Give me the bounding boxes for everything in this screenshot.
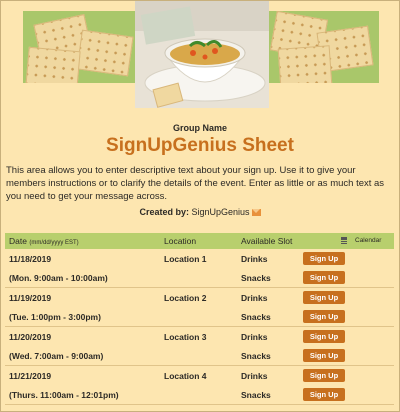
event-time: (Thurs. 11:00am - 12:01pm): [9, 390, 119, 400]
slot-name: Drinks: [241, 254, 268, 264]
banner-image: [1, 1, 399, 108]
table-row: (Mon. 9:00am - 10:00am) Snacks Sign Up: [5, 268, 394, 287]
header-date: Date (mm/dd/yyyy EST): [9, 236, 79, 246]
header-date-format: (mm/dd/yyyy EST): [29, 240, 79, 246]
slot-name: Snacks: [241, 390, 271, 400]
creator-name: SignUpGenius: [191, 207, 250, 217]
event-location: Location 4: [164, 371, 207, 381]
event-time: (Tue. 1:00pm - 3:00pm): [9, 312, 101, 322]
table-row: 11/20/2019 Location 3 Drinks Sign Up: [5, 327, 394, 346]
table-header: Date (mm/dd/yyyy EST) Location Available…: [5, 233, 394, 249]
header-location: Location: [164, 236, 197, 246]
created-by-label: Created by:: [139, 207, 189, 217]
crackers-image-right: [269, 11, 379, 83]
slot-name: Drinks: [241, 332, 268, 342]
event-location: Location 3: [164, 332, 207, 342]
table-row: 11/18/2019 Location 1 Drinks Sign Up: [5, 249, 394, 268]
header-available-slot: Available Slot: [241, 236, 293, 246]
page-title: SignUpGenius Sheet: [106, 135, 294, 156]
crackers-image-left: [23, 11, 141, 83]
created-by: Created by: SignUpGenius: [0, 207, 400, 217]
signup-button[interactable]: Sign Up: [303, 291, 345, 304]
table-row: (Wed. 7:00am - 9:00am) Snacks Sign Up: [5, 346, 394, 365]
signup-button[interactable]: Sign Up: [303, 271, 345, 284]
table-row: (Thurs. 11:00am - 12:01pm) Snacks Sign Up: [5, 385, 394, 404]
event-date: 11/20/2019: [9, 332, 52, 342]
signup-button[interactable]: Sign Up: [303, 369, 345, 382]
calendar-link[interactable]: Calendar: [355, 237, 381, 244]
signup-button[interactable]: Sign Up: [303, 388, 345, 401]
slot-name: Snacks: [241, 351, 271, 361]
soup-bowl-image: [135, 1, 269, 108]
signup-table: Date (mm/dd/yyyy EST) Location Available…: [5, 233, 394, 405]
group-name: Group Name: [172, 123, 227, 133]
table-row: 11/19/2019 Location 2 Drinks Sign Up: [5, 288, 394, 307]
signup-button[interactable]: Sign Up: [303, 310, 345, 323]
calendar-icon[interactable]: [341, 237, 347, 244]
event-time: (Mon. 9:00am - 10:00am): [9, 273, 108, 283]
event-date: 11/21/2019: [9, 371, 52, 381]
event-time: (Wed. 7:00am - 9:00am): [9, 351, 104, 361]
event-date: 11/18/2019: [9, 254, 52, 264]
sheet-description: This area allows you to enter descriptiv…: [6, 165, 385, 202]
signup-button[interactable]: Sign Up: [303, 349, 345, 362]
slot-name: Snacks: [241, 273, 271, 283]
table-row: 11/21/2019 Location 4 Drinks Sign Up: [5, 366, 394, 385]
table-row: (Tue. 1:00pm - 3:00pm) Snacks Sign Up: [5, 307, 394, 326]
slot-name: Drinks: [241, 371, 268, 381]
slot-name: Snacks: [241, 312, 271, 322]
event-date: 11/19/2019: [9, 293, 52, 303]
table-body: 11/18/2019 Location 1 Drinks Sign Up (Mon. 9…: [5, 249, 394, 405]
slot-name: Drinks: [241, 293, 268, 303]
signup-button[interactable]: Sign Up: [303, 252, 345, 265]
row-divider: [5, 404, 394, 405]
event-location: Location 2: [164, 293, 207, 303]
event-location: Location 1: [164, 254, 207, 264]
mail-icon[interactable]: [251, 209, 261, 216]
signup-button[interactable]: Sign Up: [303, 330, 345, 343]
